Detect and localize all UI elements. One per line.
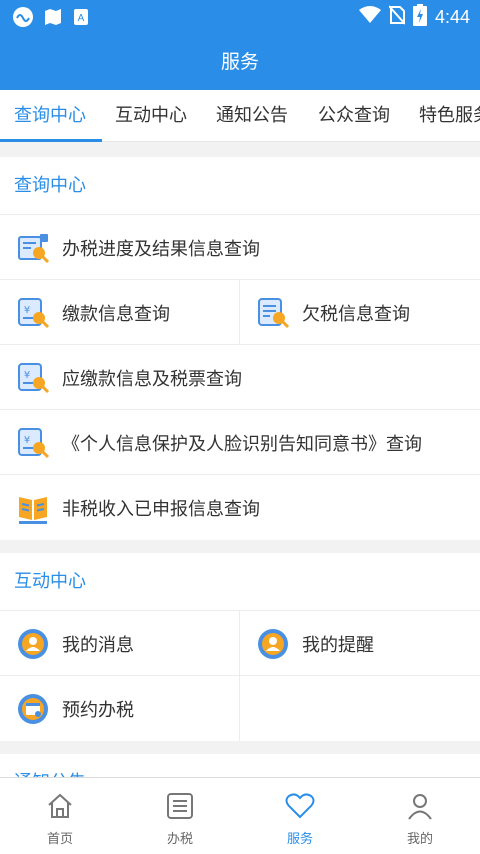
nontax-declared-query-item[interactable]: 非税收入已申报信息查询 <box>0 475 480 540</box>
item-label: 《个人信息保护及人脸识别告知同意书》查询 <box>62 433 422 455</box>
progress-query-item[interactable]: 办税进度及结果信息查询 <box>0 215 480 280</box>
list-row: ¥ 缴款信息查询 欠税信息查询 <box>0 280 480 345</box>
tab-bar: 查询中心 互动中心 通知公告 公众查询 特色服务 <box>0 90 480 142</box>
svg-text:¥: ¥ <box>24 435 30 446</box>
consent-query-icon: ¥ <box>16 426 50 460</box>
tab-notices[interactable]: 通知公告 <box>216 90 288 141</box>
empty-cell <box>240 676 480 741</box>
arrears-query-item[interactable]: 欠税信息查询 <box>240 280 480 345</box>
appointment-item[interactable]: 预约办税 <box>0 676 240 741</box>
payment-query-icon: ¥ <box>16 296 50 330</box>
tab-interaction-center[interactable]: 互动中心 <box>115 90 187 141</box>
list-row: 办税进度及结果信息查询 <box>0 215 480 280</box>
list-row: 预约办税 <box>0 676 480 741</box>
query-center-section: 查询中心 办税进度及结果信息查询 ¥ 缴款信息查询 欠税信息查询 ¥ 应缴款信息… <box>0 157 480 540</box>
tab-public-query[interactable]: 公众查询 <box>318 90 390 141</box>
list-row: 非税收入已申报信息查询 <box>0 475 480 540</box>
nav-label: 服务 <box>286 832 313 847</box>
status-bar: A 4:44 <box>0 0 480 34</box>
bottom-nav: 首页 办税 服务 我的 <box>0 777 480 854</box>
item-label: 预约办税 <box>62 699 134 721</box>
book-icon <box>16 491 50 525</box>
section-title: 查询中心 <box>0 157 480 215</box>
arrears-query-icon <box>256 296 290 330</box>
nav-mine[interactable]: 我的 <box>360 778 480 854</box>
item-label: 缴款信息查询 <box>62 303 170 325</box>
no-sim-icon <box>388 5 406 29</box>
store-notification-icon: A <box>72 8 90 30</box>
app-notification-icon <box>12 6 34 32</box>
nav-label: 办税 <box>166 832 193 847</box>
my-messages-item[interactable]: 我的消息 <box>0 611 240 676</box>
list-row: ¥ 《个人信息保护及人脸识别告知同意书》查询 <box>0 410 480 475</box>
payable-query-icon: ¥ <box>16 361 50 395</box>
nav-label: 首页 <box>46 832 73 847</box>
nav-label: 我的 <box>406 832 433 847</box>
user-circle-icon <box>16 627 50 661</box>
consent-query-item[interactable]: ¥ 《个人信息保护及人脸识别告知同意书》查询 <box>0 410 480 475</box>
home-icon <box>46 792 74 824</box>
progress-query-icon <box>16 231 50 265</box>
nav-tax[interactable]: 办税 <box>120 778 240 854</box>
payable-query-item[interactable]: ¥ 应缴款信息及税票查询 <box>0 345 480 410</box>
item-label: 我的消息 <box>62 634 134 656</box>
section-title: 互动中心 <box>0 553 480 611</box>
clock: 4:44 <box>434 6 470 27</box>
item-label: 欠税信息查询 <box>302 303 410 325</box>
item-label: 非税收入已申报信息查询 <box>62 498 260 520</box>
my-reminders-item[interactable]: 我的提醒 <box>240 611 480 676</box>
nav-service[interactable]: 服务 <box>240 778 360 854</box>
svg-text:A: A <box>78 13 85 24</box>
person-icon <box>406 792 434 824</box>
interaction-center-section: 互动中心 我的消息 我的提醒 预约办税 <box>0 553 480 741</box>
page-title: 服务 <box>0 34 480 90</box>
nav-home[interactable]: 首页 <box>0 778 120 854</box>
item-label: 应缴款信息及税票查询 <box>62 368 242 390</box>
user-circle-icon <box>256 627 290 661</box>
payment-query-item[interactable]: ¥ 缴款信息查询 <box>0 280 240 345</box>
item-label: 办税进度及结果信息查询 <box>62 238 260 260</box>
calendar-circle-icon <box>16 692 50 726</box>
tab-query-center[interactable]: 查询中心 <box>14 90 86 141</box>
map-notification-icon <box>44 8 62 30</box>
list-row: 我的消息 我的提醒 <box>0 611 480 676</box>
list-icon <box>166 792 194 824</box>
svg-text:¥: ¥ <box>24 370 30 381</box>
svg-text:¥: ¥ <box>24 305 30 316</box>
active-tab-indicator <box>0 139 102 142</box>
tab-special-services[interactable]: 特色服务 <box>419 90 480 141</box>
battery-icon <box>412 4 427 30</box>
list-row: ¥ 应缴款信息及税票查询 <box>0 345 480 410</box>
wifi-icon <box>358 6 381 28</box>
heart-icon <box>285 792 315 824</box>
item-label: 我的提醒 <box>302 634 374 656</box>
